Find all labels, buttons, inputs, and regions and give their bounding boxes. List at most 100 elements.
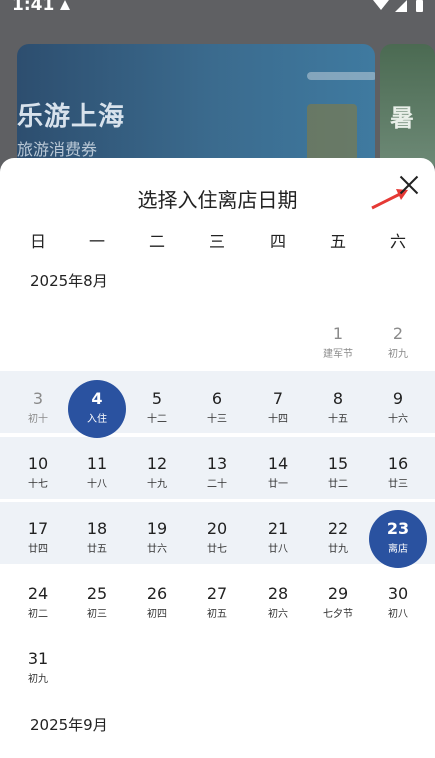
calendar-day-selected[interactable]: 23 离店 bbox=[368, 510, 428, 569]
day-lunar-label: 廿二 bbox=[328, 479, 348, 490]
calendar-day[interactable]: 19 廿六 bbox=[127, 513, 187, 569]
day-lunar-label: 廿七 bbox=[207, 544, 227, 555]
calendar-day[interactable]: 27 初五 bbox=[187, 578, 247, 634]
day-number: 13 bbox=[206, 454, 228, 473]
day-lunar-label: 十八 bbox=[87, 479, 107, 490]
banner-subtitle: 旅游消费券 bbox=[17, 140, 98, 159]
day-number: 30 bbox=[387, 584, 409, 603]
day-number: 22 bbox=[327, 519, 349, 538]
day-lunar-label: 十六 bbox=[388, 414, 408, 425]
calendar-day[interactable]: 1 建军节 bbox=[308, 318, 368, 374]
day-number: 28 bbox=[267, 584, 289, 603]
day-lunar-label: 初八 bbox=[388, 609, 408, 620]
day-number: 11 bbox=[86, 454, 108, 473]
day-lunar-label: 十七 bbox=[28, 479, 48, 490]
day-number: 15 bbox=[327, 454, 349, 473]
weekday-label: 一 bbox=[88, 232, 105, 251]
weekday-label: 六 bbox=[389, 232, 406, 251]
day-lunar-label: 入住 bbox=[87, 414, 107, 425]
day-lunar-label: 十九 bbox=[147, 479, 167, 490]
calendar-day[interactable]: 9 十六 bbox=[368, 383, 428, 439]
calendar-day[interactable]: 18 廿五 bbox=[67, 513, 127, 569]
banner2-text: 暑 bbox=[390, 104, 414, 132]
app-notification-icon bbox=[60, 0, 70, 10]
day-lunar-label: 初三 bbox=[87, 609, 107, 620]
calendar-day[interactable]: 6 十三 bbox=[187, 383, 247, 439]
calendar-day[interactable]: 26 初四 bbox=[127, 578, 187, 634]
calendar-day[interactable]: 16 廿三 bbox=[368, 448, 428, 504]
day-number: 16 bbox=[387, 454, 409, 473]
day-lunar-label: 十五 bbox=[328, 414, 348, 425]
day-number: 1 bbox=[332, 324, 344, 343]
day-lunar-label: 廿六 bbox=[147, 544, 167, 555]
day-lunar-label: 二十 bbox=[207, 479, 227, 490]
day-number: 25 bbox=[86, 584, 108, 603]
status-time: 1:41 bbox=[12, 0, 55, 15]
calendar-day[interactable]: 20 廿七 bbox=[187, 513, 247, 569]
calendar-day[interactable]: 15 廿二 bbox=[308, 448, 368, 504]
day-lunar-label: 离店 bbox=[388, 544, 408, 555]
day-lunar-label: 廿八 bbox=[268, 544, 288, 555]
day-lunar-label: 初二 bbox=[28, 609, 48, 620]
promo-banner-secondary[interactable]: 暑 bbox=[380, 44, 435, 174]
day-number: 3 bbox=[32, 389, 44, 408]
calendar-day[interactable]: 13 二十 bbox=[187, 448, 247, 504]
calendar-day[interactable]: 5 十二 bbox=[127, 383, 187, 439]
calendar-day[interactable]: 30 初八 bbox=[368, 578, 428, 634]
day-lunar-label: 初九 bbox=[28, 674, 48, 685]
day-number: 27 bbox=[206, 584, 228, 603]
day-lunar-label: 十二 bbox=[147, 414, 167, 425]
close-icon[interactable] bbox=[395, 172, 423, 200]
weekday-label: 日 bbox=[29, 232, 46, 251]
day-lunar-label: 初九 bbox=[388, 349, 408, 360]
signal-icon bbox=[395, 0, 407, 12]
day-number: 24 bbox=[27, 584, 49, 603]
day-lunar-label: 初五 bbox=[207, 609, 227, 620]
day-number: 9 bbox=[392, 389, 404, 408]
calendar-day[interactable]: 28 初六 bbox=[248, 578, 308, 634]
day-number: 5 bbox=[151, 389, 163, 408]
day-lunar-label: 十四 bbox=[268, 414, 288, 425]
month-label: 2025年8月 bbox=[30, 272, 108, 290]
day-lunar-label: 廿四 bbox=[28, 544, 48, 555]
calendar-day[interactable]: 14 廿一 bbox=[248, 448, 308, 504]
month-label: 2025年9月 bbox=[30, 716, 108, 734]
calendar-day[interactable]: 11 十八 bbox=[67, 448, 127, 504]
calendar-day[interactable]: 10 十七 bbox=[8, 448, 68, 504]
calendar-day[interactable]: 21 廿八 bbox=[248, 513, 308, 569]
day-number: 2 bbox=[392, 324, 404, 343]
calendar-day[interactable]: 17 廿四 bbox=[8, 513, 68, 569]
promo-banner[interactable]: 乐游上海 旅游消费券 bbox=[17, 44, 375, 174]
status-bar: 1:41 bbox=[0, 0, 435, 22]
calendar-day[interactable]: 22 廿九 bbox=[308, 513, 368, 569]
calendar-day[interactable]: 8 十五 bbox=[308, 383, 368, 439]
calendar-day[interactable]: 12 十九 bbox=[127, 448, 187, 504]
weekday-label: 三 bbox=[208, 232, 225, 251]
day-lunar-label: 廿一 bbox=[268, 479, 288, 490]
calendar-day[interactable]: 25 初三 bbox=[67, 578, 127, 634]
calendar-day[interactable]: 24 初二 bbox=[8, 578, 68, 634]
day-lunar-label: 初四 bbox=[147, 609, 167, 620]
day-number: 20 bbox=[206, 519, 228, 538]
day-number: 8 bbox=[332, 389, 344, 408]
calendar-day[interactable]: 2 初九 bbox=[368, 318, 428, 374]
day-number: 14 bbox=[267, 454, 289, 473]
day-number: 17 bbox=[27, 519, 49, 538]
day-lunar-label: 七夕节 bbox=[323, 609, 353, 620]
day-lunar-label: 建军节 bbox=[323, 349, 353, 360]
calendar-day[interactable]: 3 初十 bbox=[8, 383, 68, 439]
date-picker-sheet: 选择入住离店日期 日一二三四五六 2025年8月 2025年9月 1 建军节 2 初九 3 初… bbox=[0, 158, 435, 758]
day-number: 7 bbox=[272, 389, 284, 408]
day-number: 12 bbox=[146, 454, 168, 473]
day-number: 23 bbox=[386, 519, 410, 538]
banner-decoration bbox=[307, 72, 375, 80]
day-number: 21 bbox=[267, 519, 289, 538]
calendar-day[interactable]: 29 七夕节 bbox=[308, 578, 368, 634]
weekday-label: 五 bbox=[329, 232, 346, 251]
day-lunar-label: 初十 bbox=[28, 414, 48, 425]
calendar-day[interactable]: 31 初九 bbox=[8, 643, 68, 699]
day-lunar-label: 十三 bbox=[207, 414, 227, 425]
calendar-day[interactable]: 7 十四 bbox=[248, 383, 308, 439]
calendar-day-selected[interactable]: 4 入住 bbox=[67, 380, 127, 439]
day-number: 31 bbox=[27, 649, 49, 668]
